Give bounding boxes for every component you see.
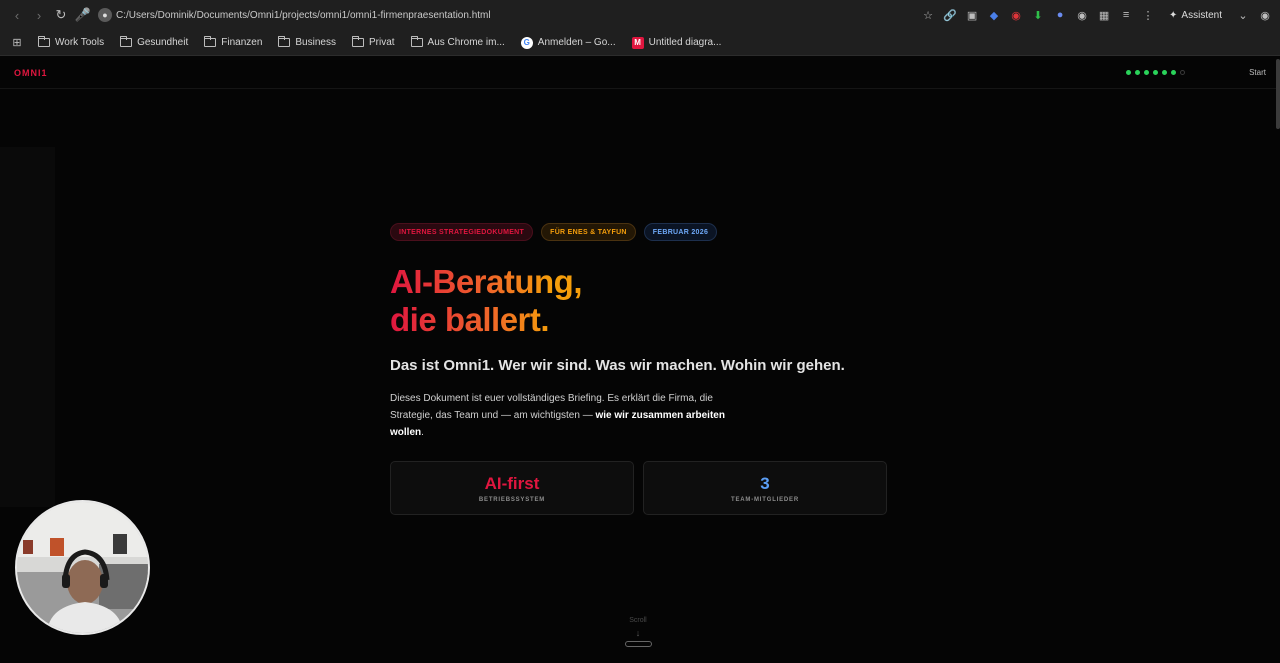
stat-label: TEAM-MITGLIEDER [731, 496, 799, 503]
progress-dot[interactable] [1153, 70, 1159, 75]
bookmark-label: Work Tools [55, 37, 105, 48]
extension-gray-icon[interactable]: ◉ [1073, 6, 1091, 24]
badge-audience: FÜR ENES & TAYFUN [541, 223, 636, 241]
address-bar[interactable]: ● C:/Users/Dominik/Documents/Omni1/proje… [98, 0, 919, 30]
bookmark-finanzen[interactable]: Finanzen [196, 30, 270, 56]
scroll-label: Scroll [629, 617, 647, 624]
reload-icon[interactable]: ↻ [50, 4, 72, 26]
forward-icon[interactable]: › [28, 4, 50, 26]
folder-icon [351, 36, 364, 47]
chevron-down-icon[interactable]: ⌄ [1234, 6, 1252, 24]
folder-icon [410, 36, 423, 47]
hero-subheadline: Das ist Omni1. Wer wir sind. Was wir mac… [390, 357, 845, 374]
audio-icon[interactable]: ⋮ [1139, 6, 1157, 24]
assistant-icon: ✦ [1169, 9, 1178, 21]
miro-icon: M [631, 36, 644, 49]
headline-line-2: die ballert. [390, 301, 550, 338]
bookmark-label: Untitled diagra... [648, 37, 722, 48]
stats-row: AI-first BETRIEBSSYSTEM 3 TEAM-MITGLIEDE… [390, 461, 910, 515]
extension-globe-icon[interactable]: ● [1051, 6, 1069, 24]
download-icon[interactable]: ⬇ [1029, 6, 1047, 24]
badge-internal: INTERNES STRATEGIEDOKUMENT [390, 223, 534, 241]
webcam-overlay [15, 500, 150, 635]
assistant-label: Assistent [1181, 9, 1222, 21]
page-viewport: OMNI1 Start INTERNES STRATEGIEDOKUMENT F… [0, 57, 1280, 663]
folder-icon [38, 36, 50, 47]
progress-dot[interactable] [1126, 70, 1132, 75]
assistant-button[interactable]: ✦ Assistent [1161, 10, 1230, 21]
bookmark-label: Gesundheit [137, 37, 189, 48]
bookmark-aus-chrome[interactable]: Aus Chrome im... [403, 30, 513, 56]
bookmark-work-tools[interactable]: Work Tools [30, 30, 112, 56]
stat-label: BETRIEBSSYSTEM [478, 496, 546, 503]
progress-dot[interactable] [1144, 70, 1150, 75]
scroll-bar-icon [624, 641, 652, 647]
stat-card-operating-system: AI-first BETRIEBSSYSTEM [390, 461, 634, 515]
folder-icon [278, 36, 291, 47]
bookmark-label: Anmelden – Go... [537, 37, 616, 48]
star-icon[interactable]: ☆ [919, 6, 937, 24]
hero-headline: AI-Beratung, die ballert. [390, 263, 605, 339]
bookmark-privat[interactable]: Privat [344, 30, 403, 56]
browser-toolbar: ‹ › ↻ 🎤 ● C:/Users/Dominik/Documents/Omn… [0, 0, 1280, 30]
bookmark-label: Privat [368, 37, 395, 48]
badge-row: INTERNES STRATEGIEDOKUMENT FÜR ENES & TA… [390, 223, 910, 241]
webcam-person-image [17, 502, 148, 633]
progress-dot[interactable] [1162, 70, 1168, 75]
globe-icon: ● [98, 8, 112, 22]
bookmark-google-login[interactable]: G Anmelden – Go... [513, 30, 624, 56]
background-shade [0, 147, 55, 507]
hero-section: INTERNES STRATEGIEDOKUMENT FÜR ENES & TA… [390, 223, 910, 515]
puzzle-icon[interactable]: ▦ [1095, 6, 1113, 24]
bookmark-label: Business [295, 37, 336, 48]
reading-list-icon[interactable]: ≡ [1117, 6, 1135, 24]
apps-grid-icon[interactable]: ⊞ [8, 34, 26, 52]
badge-date: FEBRUAR 2026 [643, 223, 718, 241]
stat-value: 3 [760, 473, 770, 493]
progress-dot-inactive[interactable] [1180, 70, 1186, 75]
extension-blue-icon[interactable]: ◆ [985, 6, 1003, 24]
progress-dot[interactable] [1135, 70, 1141, 75]
url-text[interactable]: C:/Users/Dominik/Documents/Omni1/project… [116, 10, 491, 21]
bookmark-label: Aus Chrome im... [427, 37, 505, 48]
progress-dots [1126, 70, 1186, 75]
stat-value: AI-first [484, 473, 540, 493]
extension-red-icon[interactable]: ◉ [1007, 6, 1025, 24]
bookmark-business[interactable]: Business [270, 30, 344, 56]
headline-line-1: AI-Beratung, [390, 263, 582, 300]
microphone-icon[interactable]: 🎤 [72, 4, 94, 26]
bookmark-untitled-diagram[interactable]: M Untitled diagra... [624, 30, 730, 56]
folder-icon [204, 36, 217, 47]
folder-icon [120, 36, 133, 47]
bookmark-gesundheit[interactable]: Gesundheit [112, 30, 196, 56]
back-icon[interactable]: ‹ [6, 4, 28, 26]
extension-search-icon[interactable]: ▣ [963, 6, 981, 24]
hero-body-text: Dieses Dokument ist euer vollständiges B… [390, 390, 740, 441]
site-logo[interactable]: OMNI1 [14, 68, 48, 78]
scroll-indicator[interactable]: Scroll ↓ [620, 617, 656, 647]
page-scrollbar[interactable] [1276, 59, 1280, 129]
nav-start-link[interactable]: Start [1249, 68, 1266, 77]
bookmark-label: Finanzen [221, 37, 263, 48]
progress-dot[interactable] [1171, 70, 1177, 75]
profile-icon[interactable]: ◉ [1256, 6, 1274, 24]
site-navbar: OMNI1 Start [0, 57, 1280, 89]
arrow-down-icon: ↓ [635, 628, 641, 638]
stat-card-team: 3 TEAM-MITGLIEDER [643, 461, 887, 515]
link-icon[interactable]: 🔗 [941, 6, 959, 24]
bookmarks-bar: ⊞ Work Tools Gesundheit Finanzen Busines… [0, 30, 1280, 56]
body-end: . [421, 427, 424, 438]
google-icon: G [520, 36, 533, 49]
